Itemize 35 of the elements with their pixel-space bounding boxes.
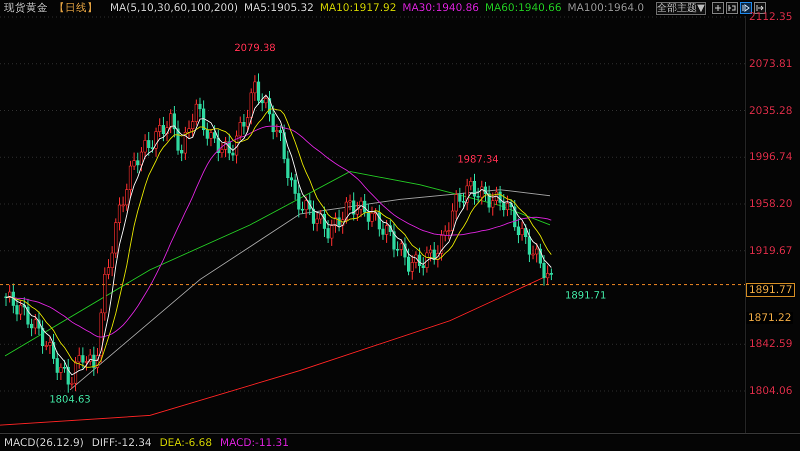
macd-value: MACD:-11.31 — [220, 436, 289, 448]
price-annotation: 1987.34 — [457, 154, 499, 166]
ma-value: MA5:1905.32 — [244, 2, 314, 14]
chart-tool-button[interactable] — [712, 2, 724, 14]
macd-label: MACD(26.12.9) — [4, 436, 84, 448]
ma-value: MA100:1964.0 — [568, 2, 644, 14]
macd-value: DEA:-6.68 — [160, 436, 212, 448]
chart-tool-button[interactable] — [754, 2, 766, 14]
axis-label: 2073.81 — [749, 58, 792, 70]
symbol-name: 现货黄金 — [4, 1, 48, 15]
ma-value: MA10:1917.92 — [320, 2, 396, 14]
bar-arrow-icon — [756, 4, 764, 12]
ma-value: MA60:1940.66 — [484, 2, 562, 14]
play-icon — [742, 4, 750, 12]
price-annotation: 1891.71 — [565, 290, 606, 302]
theme-dropdown[interactable]: 全部主题▼ — [656, 2, 706, 14]
indicator-label: MA(5,10,30,60,100,200) — [110, 2, 238, 14]
chart-tool-button[interactable] — [726, 2, 738, 14]
crosshair-icon — [714, 4, 722, 12]
macd-value: DIFF:-12.34 — [92, 436, 152, 448]
axis-label: 2112.35 — [749, 11, 792, 23]
period-label: 【日线】 — [54, 1, 98, 15]
price-annotation: 2079.38 — [234, 43, 276, 54]
axis-label: 2035.28 — [749, 104, 792, 116]
chart-tool-button[interactable] — [740, 2, 752, 14]
bracket-icon — [728, 4, 736, 12]
last-price-label: 1891.77 — [746, 282, 796, 297]
axis-label: 1958.20 — [749, 198, 792, 210]
axis-label: 1919.67 — [749, 244, 792, 257]
price-label: 1871.22 — [746, 312, 794, 324]
axis-label: 1842.59 — [749, 338, 792, 350]
axis-label: 1996.74 — [749, 151, 792, 164]
price-annotation: 1804.63 — [49, 394, 91, 406]
ma-value: MA30:1940.86 — [402, 2, 479, 14]
axis-label: 1804.06 — [749, 385, 792, 398]
